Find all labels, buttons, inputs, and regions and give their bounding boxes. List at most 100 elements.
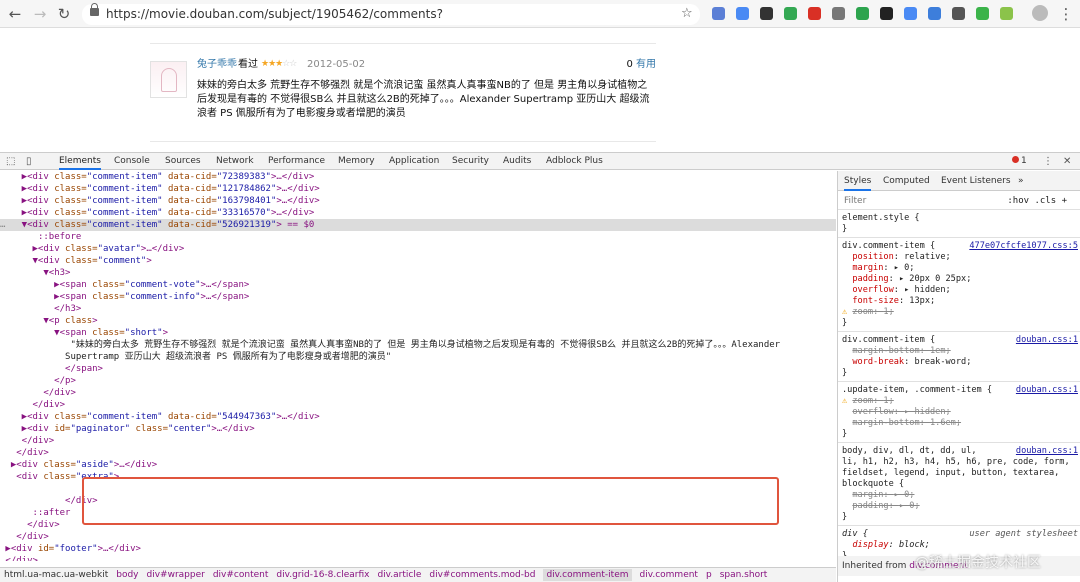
divider: [150, 141, 656, 142]
dom-node[interactable]: ▶<div class="comment-item" data-cid="333…: [0, 207, 315, 219]
style-property: margin-bottom: 1em;: [852, 346, 951, 356]
breadcrumb-item[interactable]: div.comment-item: [543, 569, 632, 581]
dom-node[interactable]: … ▼<div class="comment-item" data-cid="5…: [0, 219, 836, 231]
dom-node[interactable]: </div>: [0, 435, 55, 447]
reload-icon[interactable]: ↻: [55, 5, 73, 23]
styles-tab-computed[interactable]: Computed: [883, 171, 930, 191]
tab-audits[interactable]: Audits: [503, 153, 531, 170]
cls-toggle[interactable]: .cls: [1034, 196, 1056, 206]
extension-icon[interactable]: [928, 7, 941, 20]
tab-adblock-plus[interactable]: Adblock Plus: [546, 153, 603, 170]
extension-icon[interactable]: [880, 7, 893, 20]
extension-icon[interactable]: [1000, 7, 1013, 20]
dom-node[interactable]: </span>: [0, 363, 103, 375]
dom-node[interactable]: ▶<div class="comment-item" data-cid="723…: [0, 171, 315, 183]
dom-node[interactable]: ▶<div class="avatar">…</div>: [0, 243, 185, 255]
tab-sources[interactable]: Sources: [165, 153, 201, 170]
dom-node[interactable]: </div>: [0, 531, 49, 543]
bookmark-star-icon[interactable]: ☆: [681, 6, 693, 21]
vote-useful[interactable]: 0 有用: [626, 58, 656, 72]
extension-icon[interactable]: [736, 7, 749, 20]
hov-toggle[interactable]: :hov: [1007, 196, 1029, 206]
add-rule-button[interactable]: +: [1062, 196, 1067, 206]
dom-node[interactable]: ▶<span class="comment-info">…</span>: [0, 291, 249, 303]
back-arrow-icon[interactable]: ←: [6, 5, 24, 23]
extension-icon[interactable]: [832, 7, 845, 20]
filter-input[interactable]: Filter: [844, 196, 866, 206]
dom-node[interactable]: </div>: [0, 519, 60, 531]
breadcrumb-item[interactable]: div.grid-16-8.clearfix: [276, 570, 369, 580]
rule-close: }: [842, 429, 848, 439]
dom-node[interactable]: ::before: [0, 231, 81, 243]
extension-icon[interactable]: [784, 7, 797, 20]
dom-node[interactable]: </div>: [0, 399, 66, 411]
comment-username[interactable]: 兔子乖乖: [197, 58, 237, 72]
dom-node[interactable]: </div>: [0, 555, 38, 561]
style-source-link[interactable]: douban.css:1: [1016, 335, 1078, 345]
device-toolbar-icon[interactable]: ▯: [26, 156, 32, 167]
tab-network[interactable]: Network: [216, 153, 254, 170]
style-source-link[interactable]: douban.css:1: [1016, 385, 1078, 395]
dom-node[interactable]: ▼<div class="comment">: [0, 255, 152, 267]
tab-performance[interactable]: Performance: [268, 153, 325, 170]
style-source-link[interactable]: douban.css:1: [1016, 446, 1078, 456]
dom-node[interactable]: ▼<span class="short">: [0, 327, 168, 339]
styles-tab-more[interactable]: »: [1018, 171, 1024, 191]
dom-node[interactable]: ▶<div id="footer">…</div>: [0, 543, 141, 555]
dom-node[interactable]: ▶<div class="comment-item" data-cid="121…: [0, 183, 320, 195]
dom-node[interactable]: ▶<div class="aside">…</div>: [0, 459, 157, 471]
dom-node[interactable]: ▼<p class>: [0, 315, 97, 327]
inspect-element-icon[interactable]: ⬚: [6, 156, 15, 167]
dom-node[interactable]: </h3>: [0, 303, 81, 315]
close-devtools-icon[interactable]: ✕: [1063, 156, 1071, 167]
dom-node[interactable]: </div>: [0, 447, 49, 459]
tab-elements[interactable]: Elements: [59, 153, 101, 170]
profile-avatar-icon[interactable]: [1032, 5, 1048, 21]
dom-node[interactable]: ▶<div class="comment-item" data-cid="163…: [0, 195, 320, 207]
styles-tab-event-listeners[interactable]: Event Listeners: [941, 171, 1011, 191]
extension-icon[interactable]: [952, 7, 965, 20]
dom-node[interactable]: "妹妹的旁白太多 荒野生存不够强烈 就是个流浪记蛮 虽然真人真事蛮NB的了 但是…: [0, 339, 780, 351]
dom-node[interactable]: </p>: [0, 375, 76, 387]
breadcrumb-item[interactable]: div#content: [213, 570, 269, 580]
dom-node[interactable]: ▶<span class="comment-vote">…</span>: [0, 279, 249, 291]
tab-console[interactable]: Console: [114, 153, 150, 170]
address-bar[interactable]: https://movie.douban.com/subject/1905462…: [82, 4, 700, 42]
dom-node[interactable]: ▶<div class="comment-item" data-cid="544…: [0, 411, 320, 423]
dom-node[interactable]: ▼<h3>: [0, 267, 70, 279]
style-source-link[interactable]: 477e07cfcfe1077.css:5: [969, 241, 1078, 251]
avatar[interactable]: [150, 61, 187, 98]
extension-icon[interactable]: [856, 7, 869, 20]
tab-memory[interactable]: Memory: [338, 153, 375, 170]
dom-node[interactable]: [0, 483, 87, 495]
dom-node[interactable]: </div>: [0, 387, 76, 399]
error-counter[interactable]: 1: [1012, 153, 1027, 170]
breadcrumb-item[interactable]: div#comments.mod-bd: [429, 570, 535, 580]
extension-icon[interactable]: [760, 7, 773, 20]
rule-selector: .update-item, .comment-item {: [842, 385, 993, 395]
dom-node[interactable]: ::after: [0, 507, 71, 519]
extension-icon[interactable]: [808, 7, 821, 20]
tab-application[interactable]: Application: [389, 153, 439, 170]
styles-tab-styles[interactable]: Styles: [844, 171, 872, 191]
extension-icon[interactable]: [976, 7, 989, 20]
menu-kebab-icon[interactable]: ⋮: [1057, 5, 1075, 23]
breadcrumb-item[interactable]: span.short: [720, 570, 768, 580]
breadcrumb-item[interactable]: div.article: [377, 570, 421, 580]
breadcrumb-item[interactable]: p: [706, 570, 712, 580]
style-source-link[interactable]: user agent stylesheet: [969, 529, 1078, 539]
breadcrumb-item[interactable]: body: [116, 570, 138, 580]
tab-security[interactable]: Security: [452, 153, 489, 170]
extension-icon[interactable]: [712, 7, 725, 20]
dom-node[interactable]: ▶<div id="paginator" class="center">…</d…: [0, 423, 255, 435]
breadcrumb-item[interactable]: html.ua-mac.ua-webkit: [4, 570, 108, 580]
forward-arrow-icon[interactable]: →: [31, 5, 49, 23]
rule-divider: [838, 442, 1080, 443]
devtools-menu-icon[interactable]: ⋮: [1043, 156, 1053, 167]
dom-node[interactable]: Supertramp 亚历山大 超级流浪者 PS 佩服所有为了电影瘦身或者增肥的…: [0, 351, 391, 363]
breadcrumb-item[interactable]: div.comment: [640, 570, 698, 580]
styles-filter[interactable]: Filter :hov .cls +: [838, 192, 1080, 210]
devtools-tabbar: ⬚ ▯ Elements Console Sources Network Perform…: [0, 153, 1080, 170]
extension-icon[interactable]: [904, 7, 917, 20]
breadcrumb-item[interactable]: div#wrapper: [147, 570, 205, 580]
